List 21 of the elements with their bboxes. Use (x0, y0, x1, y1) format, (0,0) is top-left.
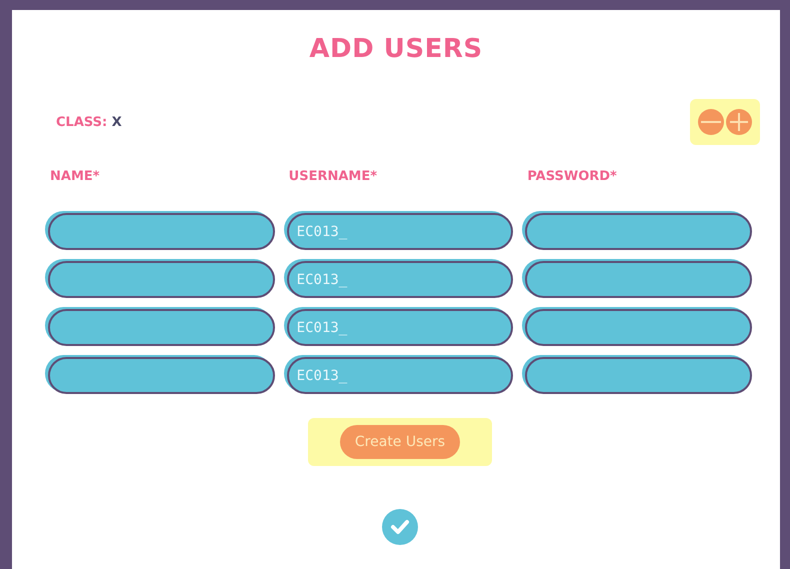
create-users-button[interactable]: Create Users (340, 425, 460, 459)
password-field[interactable] (525, 309, 752, 346)
column-header: PASSWORD* (526, 169, 618, 184)
name-field[interactable] (48, 309, 275, 346)
name-field[interactable] (48, 357, 275, 394)
minus-icon (701, 120, 721, 124)
password-field[interactable] (525, 357, 752, 394)
plus-icon (730, 113, 748, 131)
password-field[interactable] (525, 261, 752, 298)
password-field[interactable] (525, 213, 752, 250)
username-field[interactable]: EC013_ (286, 357, 514, 394)
column-header: NAME* (49, 169, 101, 184)
check-icon[interactable] (382, 509, 418, 545)
name-field[interactable] (48, 213, 275, 250)
username-field[interactable]: EC013_ (286, 213, 514, 250)
username-field[interactable]: EC013_ (286, 309, 514, 346)
dialog-title: ADD USERS (309, 34, 483, 64)
name-field[interactable] (48, 261, 275, 298)
class-label: CLASS: X (56, 114, 122, 130)
column-header: USERNAME* (288, 169, 378, 184)
username-field[interactable]: EC013_ (286, 261, 514, 298)
